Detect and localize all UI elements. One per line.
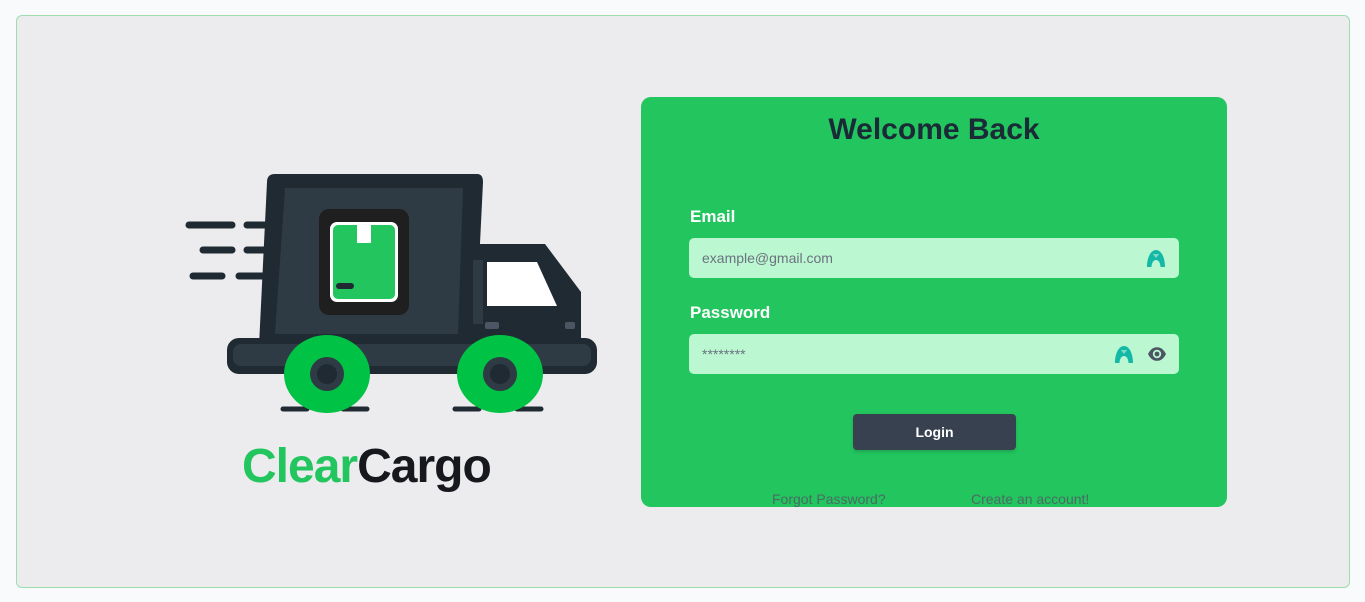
login-page-frame: ClearCargo Welcome Back Email Password [16,15,1350,588]
password-manager-icon[interactable] [1114,344,1134,364]
password-field-wrapper [689,334,1179,374]
page-title: Welcome Back [828,113,1040,146]
email-field-wrapper [689,238,1179,278]
email-field[interactable] [689,238,1179,278]
forgot-password-link[interactable]: Forgot Password? [772,491,886,507]
eye-icon[interactable] [1147,344,1167,364]
password-field[interactable] [689,334,1179,374]
delivery-truck-icon [185,174,597,413]
brand-name: ClearCargo [242,439,492,494]
brand-name-part2: Cargo [357,440,492,493]
email-label: Email [690,207,736,226]
password-manager-icon[interactable] [1146,248,1166,268]
login-button[interactable]: Login [853,414,1016,450]
create-account-link[interactable]: Create an account! [971,491,1089,507]
login-card: Welcome Back Email Password Login Forgot [641,97,1227,507]
brand-panel: ClearCargo [167,156,607,506]
brand-name-part1: Clear [242,440,358,493]
password-label: Password [690,303,771,322]
